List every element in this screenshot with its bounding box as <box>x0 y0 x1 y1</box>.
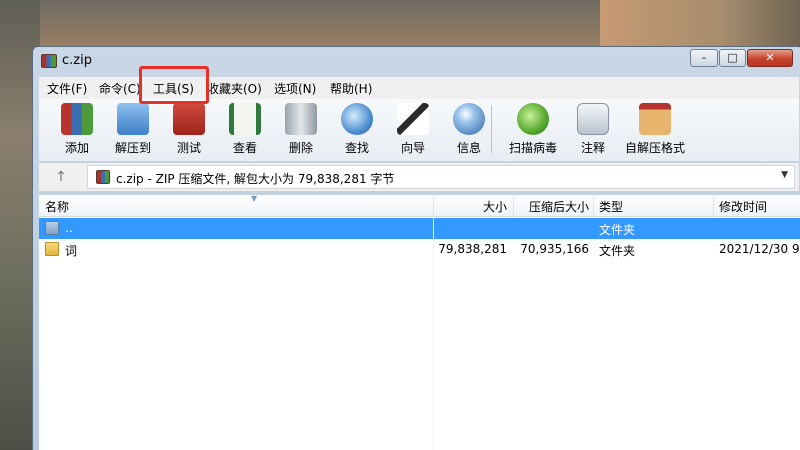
toolbar-label: 解压到 <box>114 141 151 155</box>
find-magnifier-icon <box>341 103 373 135</box>
close-button[interactable]: ✕ <box>747 49 793 67</box>
sort-caret-icon: ▼ <box>251 194 258 203</box>
wizard-wand-icon <box>397 103 429 135</box>
menu-help[interactable]: 帮助(H) <box>330 80 372 97</box>
toolbar-label: 信息 <box>456 141 481 155</box>
row-size: 79,838,281 <box>438 242 507 256</box>
toolbar-label: 向导 <box>400 141 425 155</box>
row-name: 词 <box>65 244 78 258</box>
row-packed-size: 70,935,166 <box>520 242 589 256</box>
toolbar-separator <box>491 105 492 153</box>
address-text: c.zip - ZIP 压缩文件, 解包大小为 79,838,281 字节 <box>116 172 395 186</box>
toolbar-view-button[interactable]: 查看 <box>217 101 273 159</box>
toolbar-label: 添加 <box>64 141 89 155</box>
folder-icon <box>45 242 59 256</box>
archive-icon <box>96 170 110 184</box>
toolbar-info-button[interactable]: 信息 <box>441 101 497 159</box>
toolbar-comment-button[interactable]: 注释 <box>565 101 621 159</box>
toolbar-label: 扫描病毒 <box>508 141 557 155</box>
window-title: c.zip <box>62 53 92 68</box>
maximize-button[interactable]: □ <box>719 49 746 67</box>
column-header-packed[interactable]: 压缩后大小 <box>519 198 589 215</box>
toolbar-label: 删除 <box>288 141 313 155</box>
row-modified: 2021/12/30 9... <box>719 242 800 256</box>
column-separator-line <box>433 217 434 450</box>
add-archive-icon <box>61 103 93 135</box>
toolbar-extract-button[interactable]: 解压到 <box>105 101 161 159</box>
menu-command[interactable]: 命令(C) <box>99 80 141 97</box>
toolbar-test-button[interactable]: 测试 <box>161 101 217 159</box>
row-type: 文件夹 <box>599 223 636 237</box>
column-divider[interactable] <box>713 195 714 217</box>
comment-icon <box>577 103 609 135</box>
up-arrow-icon[interactable]: ↑ <box>51 167 71 187</box>
chevron-down-icon[interactable]: ▼ <box>781 170 788 180</box>
extract-to-icon <box>117 103 149 135</box>
info-icon <box>453 103 485 135</box>
toolbar-sfx-button[interactable]: 自解压格式 <box>619 101 691 159</box>
tools-menu-highlight <box>139 66 209 104</box>
test-icon <box>173 103 205 135</box>
row-name: .. <box>65 221 73 235</box>
toolbar: 添加 解压到 测试 查看 删除 查找 向导 信息 扫描病毒 注释 自解压格式 <box>39 99 799 161</box>
toolbar-find-button[interactable]: 查找 <box>329 101 385 159</box>
address-bar: ↑ c.zip - ZIP 压缩文件, 解包大小为 79,838,281 字节 … <box>39 163 799 191</box>
column-divider[interactable] <box>513 195 514 217</box>
column-divider[interactable] <box>593 195 594 217</box>
toolbar-label: 自解压格式 <box>624 141 685 155</box>
menu-file[interactable]: 文件(F) <box>47 80 87 97</box>
column-header-type[interactable]: 类型 <box>599 198 623 215</box>
view-book-icon <box>229 103 261 135</box>
toolbar-label: 测试 <box>176 141 201 155</box>
toolbar-add-button[interactable]: 添加 <box>49 101 105 159</box>
parent-folder-icon <box>45 221 59 235</box>
virus-scan-icon <box>517 103 549 135</box>
toolbar-label: 查找 <box>344 141 369 155</box>
column-header-modified[interactable]: 修改时间 <box>719 198 767 215</box>
trash-icon <box>285 103 317 135</box>
row-type: 文件夹 <box>599 244 636 258</box>
toolbar-label: 查看 <box>232 141 257 155</box>
table-row[interactable]: .. 文件夹 <box>39 218 800 239</box>
menu-options[interactable]: 选项(N) <box>274 80 316 97</box>
column-divider[interactable] <box>433 195 434 217</box>
sfx-box-icon <box>639 103 671 135</box>
toolbar-wizard-button[interactable]: 向导 <box>385 101 441 159</box>
menu-favorites[interactable]: 收藏夹(O) <box>207 80 262 97</box>
toolbar-label: 注释 <box>580 141 605 155</box>
winrar-window: c.zip – □ ✕ 文件(F) 命令(C) 工具(S) 收藏夹(O) 选项(… <box>32 46 800 450</box>
file-list: 名称 ▼ 大小 压缩后大小 类型 修改时间 .. 文件夹 词 79,838,28… <box>39 194 800 450</box>
toolbar-virus-scan-button[interactable]: 扫描病毒 <box>501 101 565 159</box>
table-row[interactable]: 词 79,838,281 70,935,166 文件夹 2021/12/30 9… <box>39 239 800 260</box>
winrar-app-icon[interactable] <box>41 54 57 68</box>
column-header-size[interactable]: 大小 <box>453 198 507 215</box>
minimize-button[interactable]: – <box>690 49 718 67</box>
address-field[interactable]: c.zip - ZIP 压缩文件, 解包大小为 79,838,281 字节 ▼ <box>87 165 795 189</box>
column-header-name[interactable]: 名称 <box>45 198 69 215</box>
column-header-row: 名称 ▼ 大小 压缩后大小 类型 修改时间 <box>39 194 800 217</box>
toolbar-delete-button[interactable]: 删除 <box>273 101 329 159</box>
